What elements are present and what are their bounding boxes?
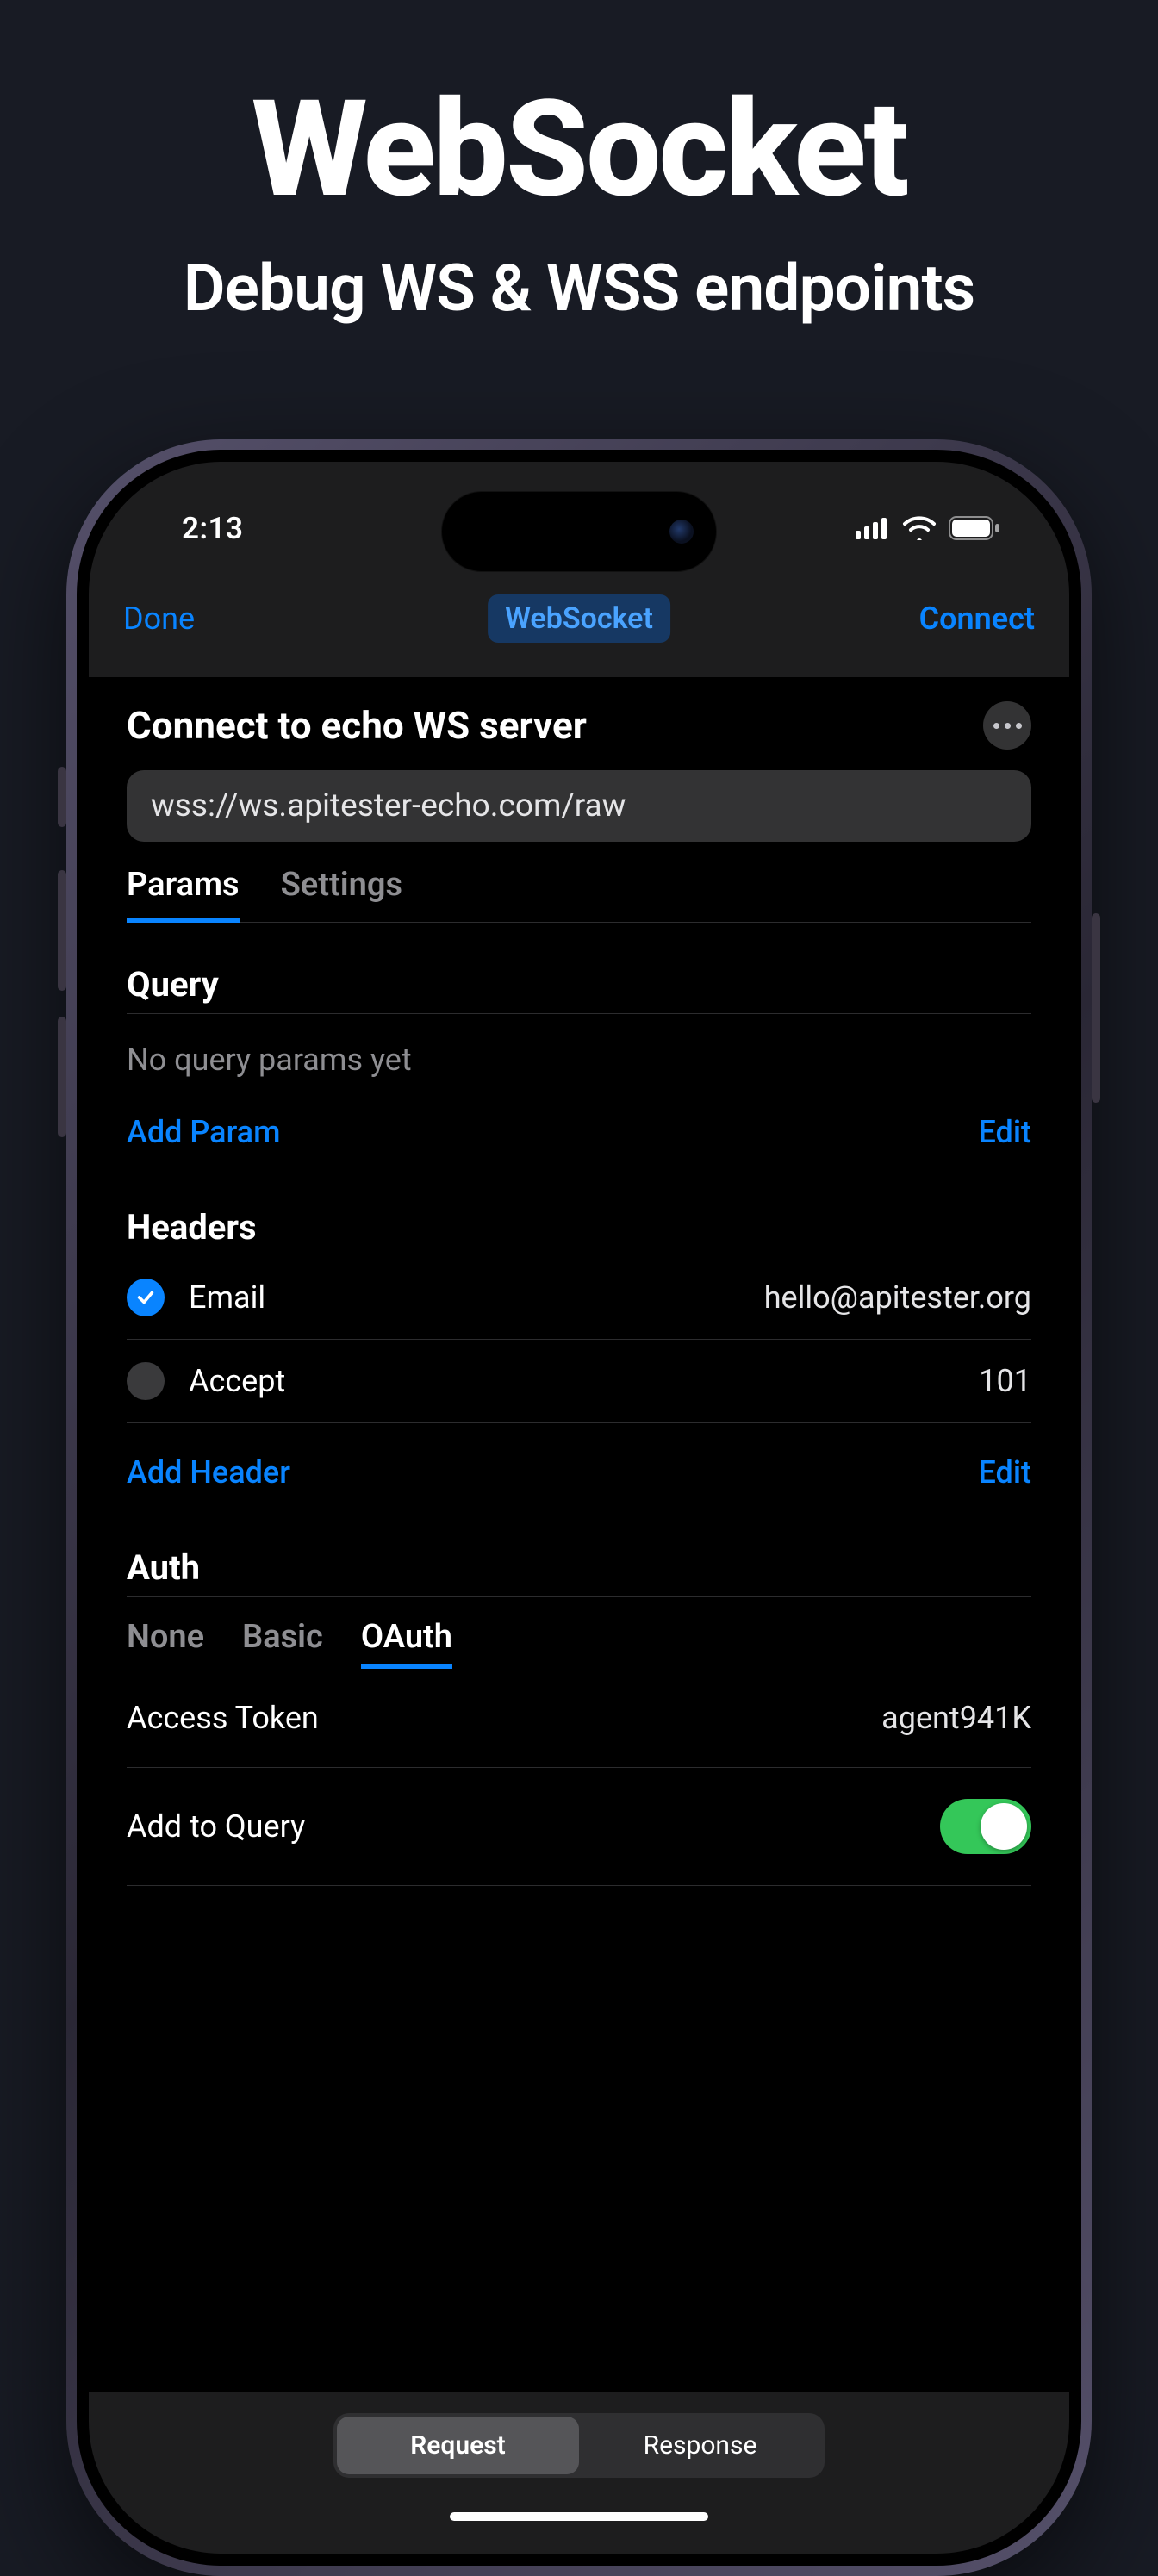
query-section-title: Query [127,964,1031,1005]
auth-section-title: Auth [127,1547,1031,1588]
checkmark-icon [136,1288,155,1307]
cellular-icon [856,517,890,539]
header-row[interactable]: Email hello@apitester.org [127,1256,1031,1340]
header-key: Email [189,1279,265,1316]
content-area: Connect to echo WS server wss://ws.apite… [89,677,1069,2392]
url-input[interactable]: wss://ws.apitester-echo.com/raw [127,770,1031,842]
header-enabled-checkbox[interactable] [127,1279,165,1316]
tab-params[interactable]: Params [127,866,240,923]
add-to-query-label: Add to Query [127,1808,305,1845]
dynamic-island [441,491,717,572]
promo-subtitle: Debug WS & WSS endpoints [0,251,1158,327]
auth-tab-basic[interactable]: Basic [242,1618,323,1669]
phone-volume-down [58,1017,66,1137]
nav-bar: Done WebSocket Connect [89,574,1069,677]
status-time: 2:13 [144,511,244,546]
protocol-chip[interactable]: WebSocket [488,594,670,643]
access-token-label: Access Token [127,1700,319,1736]
more-button[interactable] [983,701,1031,750]
phone-power-button [1092,913,1100,1103]
segment-response[interactable]: Response [579,2417,821,2474]
home-indicator [450,2512,708,2521]
headers-section-title: Headers [127,1207,1031,1248]
page-title: Connect to echo WS server [127,703,587,748]
add-header-button[interactable]: Add Header [127,1454,290,1490]
edit-query-button[interactable]: Edit [979,1114,1031,1150]
connect-button[interactable]: Connect [919,600,1035,637]
done-button[interactable]: Done [123,600,195,637]
top-tabs: Params Settings [127,866,1031,923]
add-to-query-toggle[interactable] [940,1799,1031,1854]
tab-settings[interactable]: Settings [281,866,402,923]
battery-icon [949,516,1000,540]
access-token-value: agent941K [881,1700,1031,1736]
access-token-row[interactable]: Access Token agent941K [127,1669,1031,1768]
header-row[interactable]: Accept 101 [127,1340,1031,1423]
segment-request[interactable]: Request [337,2417,579,2474]
add-param-button[interactable]: Add Param [127,1114,280,1150]
request-response-segmented: Request Response [333,2413,825,2478]
add-to-query-row: Add to Query [127,1768,1031,1886]
edit-headers-button[interactable]: Edit [979,1454,1031,1490]
auth-tabs: None Basic OAuth [127,1597,1031,1669]
promo-title: WebSocket [0,83,1158,216]
promo-banner: WebSocket Debug WS & WSS endpoints [0,0,1158,327]
header-enabled-checkbox[interactable] [127,1362,165,1400]
auth-tab-oauth[interactable]: OAuth [361,1618,452,1669]
header-value: 101 [979,1363,1031,1399]
phone-frame: 2:13 Done WebSocket Connect C [66,439,1092,2576]
header-key: Accept [189,1363,285,1399]
query-empty-text: No query params yet [127,1014,1031,1105]
wifi-icon [902,516,937,540]
auth-tab-none[interactable]: None [127,1618,204,1669]
phone-mute-switch [58,767,66,827]
bottom-bar: Request Response [89,2392,1069,2554]
phone-volume-up [58,870,66,991]
header-value: hello@apitester.org [764,1279,1031,1316]
